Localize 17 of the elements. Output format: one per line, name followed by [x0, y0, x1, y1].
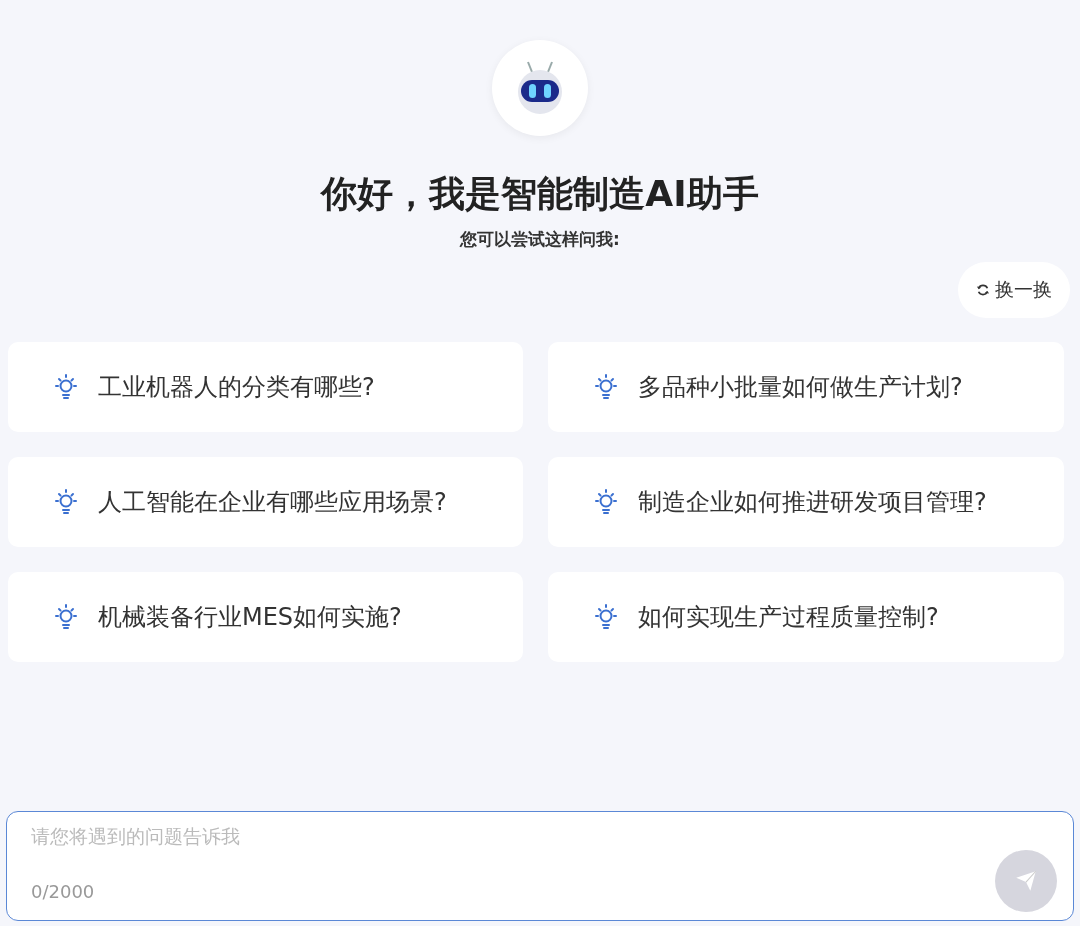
lightbulb-icon: [592, 603, 620, 631]
lightbulb-icon: [52, 488, 80, 516]
suggestion-card[interactable]: 制造企业如何推进研发项目管理?: [548, 457, 1064, 547]
character-counter: 0/2000: [31, 881, 95, 902]
suggestion-card[interactable]: 如何实现生产过程质量控制?: [548, 572, 1064, 662]
suggestion-card[interactable]: 人工智能在企业有哪些应用场景?: [8, 457, 523, 547]
suggestion-card[interactable]: 多品种小批量如何做生产计划?: [548, 342, 1064, 432]
lightbulb-icon: [52, 603, 80, 631]
lightbulb-icon: [592, 488, 620, 516]
subtitle: 您可以尝试这样问我:: [460, 228, 620, 250]
greeting-title: 你好，我是智能制造AI助手: [321, 172, 759, 216]
lightbulb-icon: [52, 373, 80, 401]
lightbulb-icon: [592, 373, 620, 401]
suggestion-card[interactable]: 工业机器人的分类有哪些?: [8, 342, 523, 432]
suggestion-card[interactable]: 机械装备行业MES如何实施?: [8, 572, 523, 662]
refresh-button[interactable]: 换一换: [958, 262, 1070, 318]
refresh-icon: [976, 283, 990, 297]
